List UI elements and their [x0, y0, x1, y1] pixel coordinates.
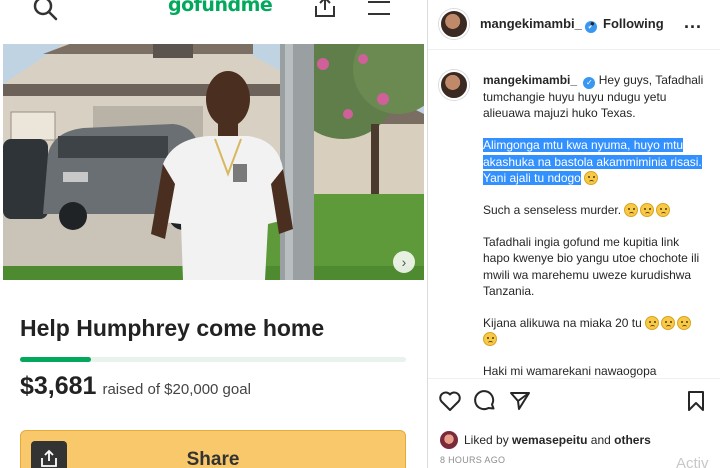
heart-icon[interactable] — [438, 389, 462, 413]
crying-emoji — [661, 316, 676, 331]
share-button[interactable]: Share — [20, 430, 406, 468]
caption-paragraph: Haki mi wamarekani nawaogopa — [483, 363, 709, 378]
separator-dot: • — [590, 16, 595, 31]
progress-fill — [20, 357, 92, 362]
username-link[interactable]: mangekimambi_ ✓ — [480, 16, 597, 33]
avatar[interactable] — [439, 9, 469, 39]
liked-and: and — [590, 433, 611, 447]
caption-line: Haki mi wamarekani nawaogopa — [483, 364, 657, 378]
bookmark-icon[interactable] — [684, 389, 708, 413]
crying-emoji — [677, 316, 692, 331]
menu-icon — [368, 1, 390, 15]
caption-paragraph: mangekimambi_ ✓ Hey guys, Tafadhali tumc… — [483, 72, 709, 121]
liked-prefix: Liked by — [464, 433, 509, 447]
crying-emoji — [624, 203, 639, 218]
caption-area: mangekimambi_ ✓ Hey guys, Tafadhali tumc… — [428, 50, 720, 378]
more-options-icon[interactable]: ... — [684, 12, 702, 33]
avatar[interactable] — [440, 431, 458, 449]
raised-summary: $3,681 raised of $20,000 goal — [20, 372, 251, 401]
liked-by: Liked by wemasepeitu and others — [440, 431, 651, 449]
caption-line: Tafadhali ingia gofund me kupitia link h… — [483, 235, 700, 298]
donation-progress-bar — [20, 357, 406, 362]
username[interactable]: mangekimambi_ — [480, 16, 582, 31]
crying-emoji — [483, 332, 497, 347]
gofundme-logo: gofundme — [168, 0, 273, 16]
liked-user-link[interactable]: wemasepeitu — [512, 433, 587, 447]
post-image: gofundme › Help Humphrey come home $3,68… — [0, 0, 428, 468]
following-button[interactable]: Following — [603, 16, 664, 31]
caption-paragraph: Alimgonga mtu kwa nyuma, huyo mtu akashu… — [483, 137, 709, 186]
crying-emoji — [640, 203, 655, 218]
post-timestamp[interactable]: 8 HOURS AGO — [440, 455, 505, 465]
search-icon — [33, 0, 58, 21]
crying-emoji — [645, 316, 660, 331]
liked-others-link[interactable]: others — [614, 433, 651, 447]
raised-goal-text: raised of $20,000 goal — [102, 381, 251, 398]
comment-icon[interactable] — [473, 389, 497, 413]
upload-icon — [315, 0, 335, 17]
caption-text: mangekimambi_ ✓ Hey guys, Tafadhali tumc… — [483, 72, 709, 378]
caption-paragraph: Tafadhali ingia gofund me kupitia link h… — [483, 234, 709, 299]
caption-paragraph: Kijana alikuwa na miaka 20 tu — [483, 315, 709, 347]
caption-username[interactable]: mangekimambi_ — [483, 73, 577, 87]
crying-emoji — [584, 170, 599, 185]
post-header: mangekimambi_ ✓ • Following ... — [428, 0, 720, 50]
caption-paragraph: Such a senseless murder. — [483, 202, 709, 218]
gofundme-header: gofundme — [0, 0, 427, 44]
raised-amount: $3,681 — [20, 372, 97, 400]
caption-line: Kijana alikuwa na miaka 20 tu — [483, 316, 642, 331]
share-button-label: Share — [186, 449, 240, 468]
avatar[interactable] — [439, 70, 469, 100]
instagram-panel: mangekimambi_ ✓ • Following ... mangekima… — [428, 0, 720, 468]
chevron-right-icon[interactable]: › — [393, 251, 415, 273]
send-icon[interactable] — [508, 389, 532, 413]
fundraiser-title: Help Humphrey come home — [20, 315, 325, 341]
crying-emoji — [656, 203, 671, 218]
fundraiser-photo — [3, 44, 424, 280]
verified-icon: ✓ — [583, 77, 596, 89]
activation-watermark: Activ — [676, 455, 709, 468]
caption-line: Such a senseless murder. — [483, 203, 622, 218]
